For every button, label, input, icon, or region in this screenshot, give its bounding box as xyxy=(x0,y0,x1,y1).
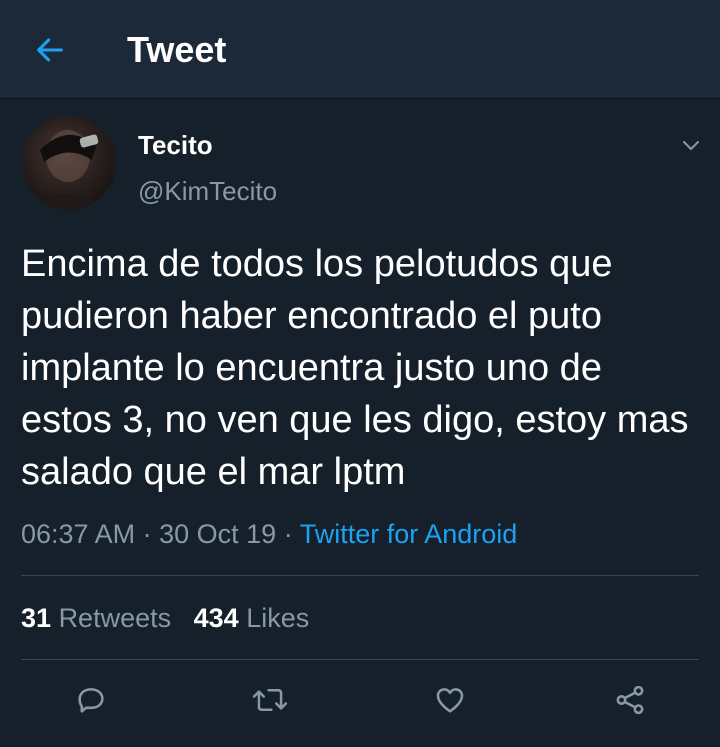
likes-stat[interactable]: 434 Likes xyxy=(194,603,310,633)
divider xyxy=(21,575,699,576)
reply-icon xyxy=(78,688,104,713)
retweets-count: 31 xyxy=(21,603,52,633)
tweet-meta: 06:37 AM · 30 Oct 19 · Twitter for Andro… xyxy=(21,517,517,551)
top-bar: Tweet xyxy=(0,0,720,99)
share-icon xyxy=(616,685,644,715)
tweet-stats: 31 Retweets 434 Likes xyxy=(21,601,309,635)
meta-separator: · xyxy=(283,519,293,549)
tweet-date: 30 Oct 19 xyxy=(159,519,277,549)
reply-button[interactable] xyxy=(73,682,109,718)
like-heart-icon xyxy=(436,688,464,713)
share-button[interactable] xyxy=(612,682,648,718)
arrow-left-icon xyxy=(37,38,63,62)
divider xyxy=(21,659,699,660)
retweet-button[interactable] xyxy=(252,682,288,718)
page-title: Tweet xyxy=(127,29,227,70)
chevron-down-icon xyxy=(683,141,699,150)
tweet-source-link[interactable]: Twitter for Android xyxy=(300,519,518,549)
avatar[interactable] xyxy=(22,116,116,210)
retweets-label: Retweets xyxy=(58,603,172,633)
likes-count: 434 xyxy=(193,603,239,633)
tweet-time: 06:37 AM xyxy=(21,519,136,549)
meta-separator: · xyxy=(142,519,152,549)
like-button[interactable] xyxy=(432,682,468,718)
display-name[interactable]: Tecito xyxy=(138,130,213,160)
back-button[interactable] xyxy=(30,30,70,70)
user-handle[interactable]: @KimTecito xyxy=(138,176,277,206)
likes-label: Likes xyxy=(246,603,310,633)
tweet-text: Encima de todos los pelotudos que pudier… xyxy=(21,243,689,493)
more-options-button[interactable] xyxy=(676,130,706,160)
retweets-stat[interactable]: 31 Retweets xyxy=(21,603,171,633)
retweet-icon xyxy=(252,689,288,711)
